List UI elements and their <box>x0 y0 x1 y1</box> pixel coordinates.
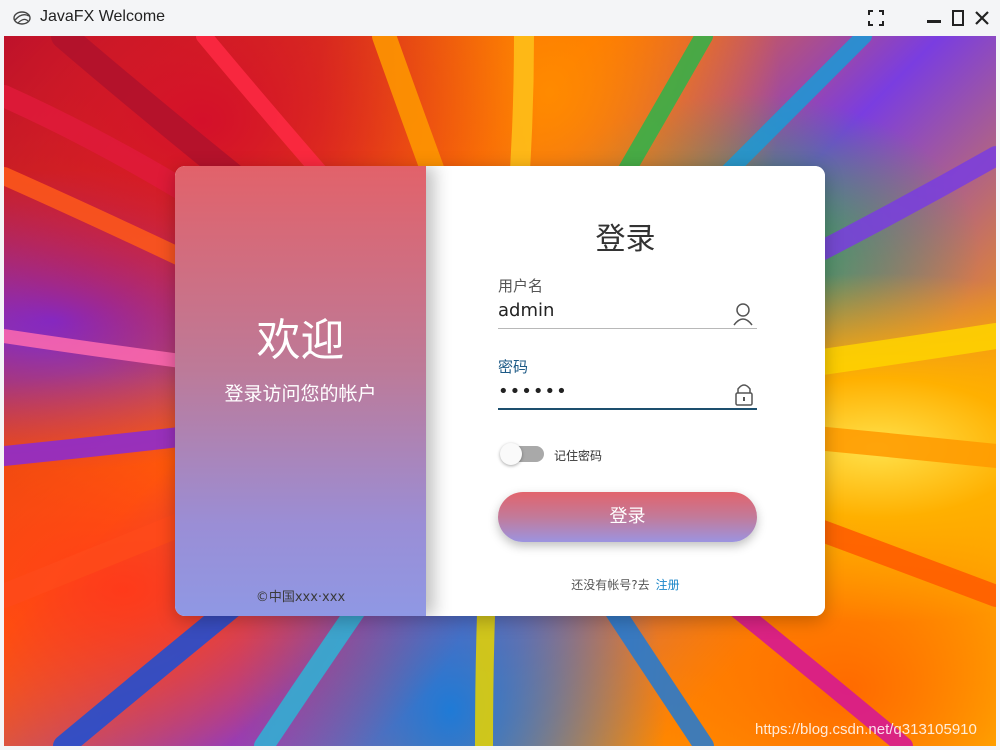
remember-password-toggle[interactable] <box>500 443 544 465</box>
user-icon <box>733 303 753 326</box>
toggle-knob <box>500 443 522 465</box>
app-icon <box>13 11 31 25</box>
window-title: JavaFX Welcome <box>40 8 166 25</box>
login-card: 欢迎 登录访问您的帐户 ©中国xxx·xxx 登录 用户名 密码 <box>175 166 825 616</box>
login-form: 登录 用户名 密码 记住密码 登录 还没有帐号?去注册 <box>426 166 825 616</box>
login-button[interactable]: 登录 <box>498 492 757 542</box>
username-input[interactable] <box>498 296 756 324</box>
login-title: 登录 <box>595 222 656 257</box>
maximize-icon[interactable] <box>948 8 968 28</box>
fullscreen-icon[interactable] <box>866 8 886 28</box>
welcome-subtitle: 登录访问您的帐户 <box>224 383 377 405</box>
copyright-text: ©中国xxx·xxx <box>255 590 346 605</box>
close-icon[interactable] <box>972 8 992 28</box>
username-label: 用户名 <box>498 277 544 295</box>
register-link[interactable]: 注册 <box>656 578 680 592</box>
welcome-title: 欢迎 <box>256 315 345 366</box>
password-label: 密码 <box>498 358 529 376</box>
minimize-icon[interactable] <box>924 8 944 28</box>
register-prompt-text: 还没有帐号?去 <box>571 578 650 592</box>
watermark: https://blog.csdn.net/q313105910 <box>755 721 977 738</box>
username-underline <box>498 328 757 329</box>
title-bar: JavaFX Welcome <box>0 0 1000 36</box>
lock-icon <box>735 384 753 406</box>
register-prompt: 还没有帐号?去 注册 <box>426 576 825 593</box>
app-window: JavaFX Welcome 欢迎 登录访问您的帐户 ©中国xxx·xxx 登录… <box>0 0 1000 750</box>
remember-password-label: 记住密码 <box>554 449 603 463</box>
welcome-panel: 欢迎 登录访问您的帐户 ©中国xxx·xxx <box>175 166 426 616</box>
password-input[interactable] <box>498 377 756 405</box>
password-underline <box>498 408 757 410</box>
